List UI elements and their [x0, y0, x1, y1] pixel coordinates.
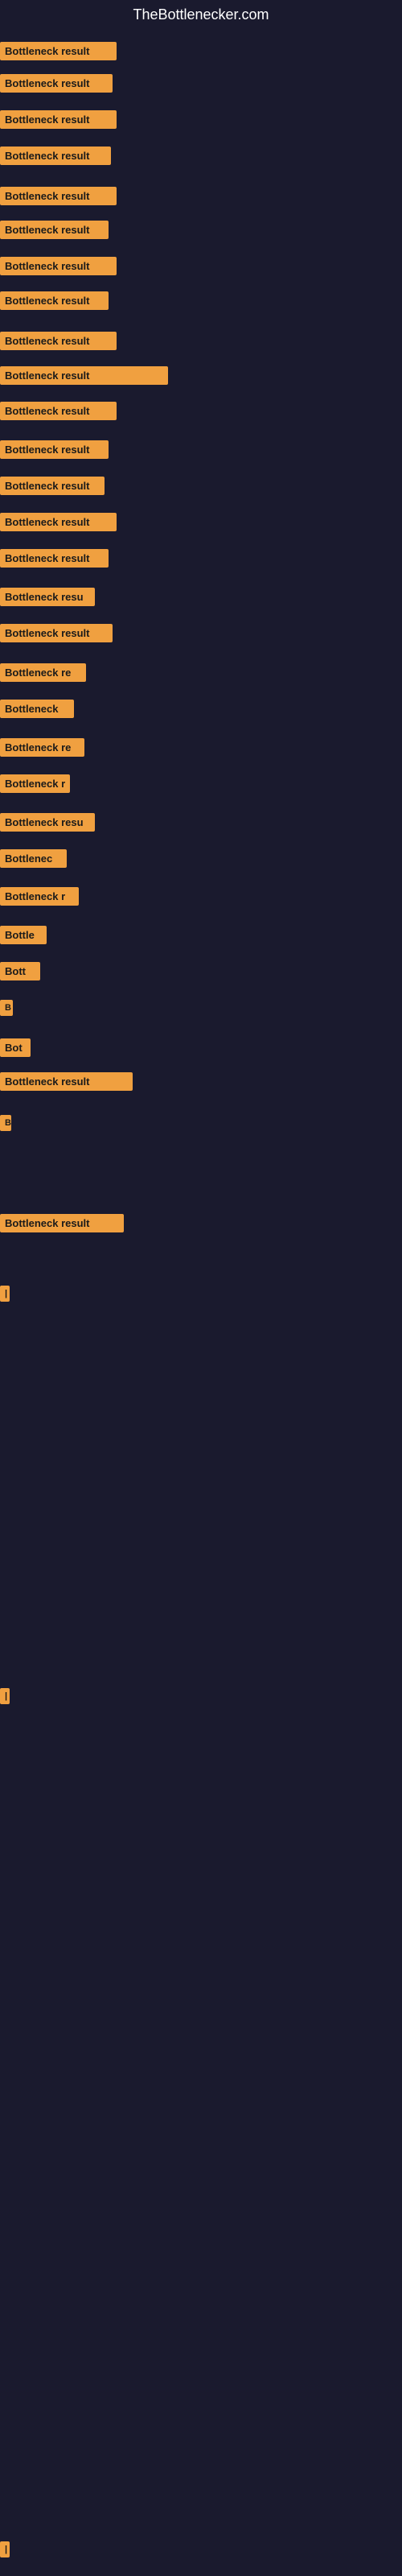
- chart-area: Bottleneck result Bottleneck result Bottle…: [0, 30, 402, 2566]
- bar-item: B: [0, 1115, 11, 1131]
- bar-item: Bottleneck result: [0, 1214, 124, 1232]
- bar-label: Bottleneck result: [0, 221, 109, 239]
- bar-item: Bottleneck result: [0, 440, 109, 459]
- bar-item: Bottleneck r: [0, 887, 79, 906]
- bar-item: Bottleneck result: [0, 257, 117, 275]
- bar-label: Bottleneck result: [0, 366, 168, 385]
- bar-item: Bottleneck re: [0, 663, 86, 682]
- bar-label: Bottleneck result: [0, 1214, 124, 1232]
- bar-label: Bottle: [0, 926, 47, 944]
- bar-label: Bottleneck r: [0, 774, 70, 793]
- bar-item: Bottlenec: [0, 849, 67, 868]
- bar-item: Bottleneck result: [0, 221, 109, 239]
- bar-item: Bottleneck result: [0, 402, 117, 420]
- bar-item: Bottleneck result: [0, 477, 105, 495]
- bar-item: Bottleneck result: [0, 513, 117, 531]
- bar-label: Bottleneck result: [0, 42, 117, 60]
- bar-item: Bottleneck result: [0, 1072, 133, 1091]
- bar-item: Bottleneck result: [0, 291, 109, 310]
- bar-item: Bottleneck result: [0, 624, 113, 642]
- bar-label: Bottleneck result: [0, 624, 113, 642]
- bar-label: |: [0, 1286, 10, 1302]
- bar-label: Bottleneck result: [0, 513, 117, 531]
- bar-label: Bottleneck result: [0, 1072, 133, 1091]
- bar-item: Bottleneck re: [0, 738, 84, 757]
- bar-item: Bottleneck result: [0, 366, 168, 385]
- bar-item: |: [0, 1286, 10, 1302]
- bar-item: Bottleneck resu: [0, 588, 95, 606]
- bar-item: Bott: [0, 962, 40, 980]
- bar-item: |: [0, 1688, 10, 1704]
- bar-label: Bottleneck r: [0, 887, 79, 906]
- bar-item: Bottleneck result: [0, 42, 117, 60]
- bar-label: B: [0, 1000, 13, 1016]
- bar-item: Bottleneck result: [0, 74, 113, 93]
- bar-label: Bottleneck re: [0, 738, 84, 757]
- bar-label: Bottleneck result: [0, 291, 109, 310]
- bar-label: Bottleneck result: [0, 147, 111, 165]
- bar-label: Bott: [0, 962, 40, 980]
- bar-label: Bot: [0, 1038, 31, 1057]
- bar-label: Bottleneck result: [0, 110, 117, 129]
- bar-item: Bottleneck r: [0, 774, 70, 793]
- bar-label: Bottleneck result: [0, 187, 117, 205]
- bar-item: Bottleneck result: [0, 187, 117, 205]
- bar-item: B: [0, 1000, 13, 1016]
- bar-label: Bottlenec: [0, 849, 67, 868]
- bar-label: |: [0, 1688, 10, 1704]
- bar-item: Bottleneck result: [0, 110, 117, 129]
- bar-item: Bottle: [0, 926, 47, 944]
- bar-item: Bot: [0, 1038, 31, 1057]
- bar-label: Bottleneck resu: [0, 588, 95, 606]
- bar-label: Bottleneck result: [0, 257, 117, 275]
- bar-item: Bottleneck result: [0, 147, 111, 165]
- bar-item: |: [0, 2541, 10, 2557]
- bar-item: Bottleneck result: [0, 332, 117, 350]
- bar-item: Bottleneck: [0, 700, 74, 718]
- bar-label: |: [0, 2541, 10, 2557]
- bar-label: Bottleneck: [0, 700, 74, 718]
- bar-label: Bottleneck resu: [0, 813, 95, 832]
- bar-item: Bottleneck resu: [0, 813, 95, 832]
- bar-label: Bottleneck re: [0, 663, 86, 682]
- bar-label: Bottleneck result: [0, 477, 105, 495]
- bar-label: Bottleneck result: [0, 440, 109, 459]
- bar-label: Bottleneck result: [0, 549, 109, 568]
- bar-label: Bottleneck result: [0, 74, 113, 93]
- bar-label: Bottleneck result: [0, 332, 117, 350]
- bar-item: Bottleneck result: [0, 549, 109, 568]
- bar-label: B: [0, 1115, 11, 1131]
- site-title: TheBottlenecker.com: [0, 0, 402, 30]
- bar-label: Bottleneck result: [0, 402, 117, 420]
